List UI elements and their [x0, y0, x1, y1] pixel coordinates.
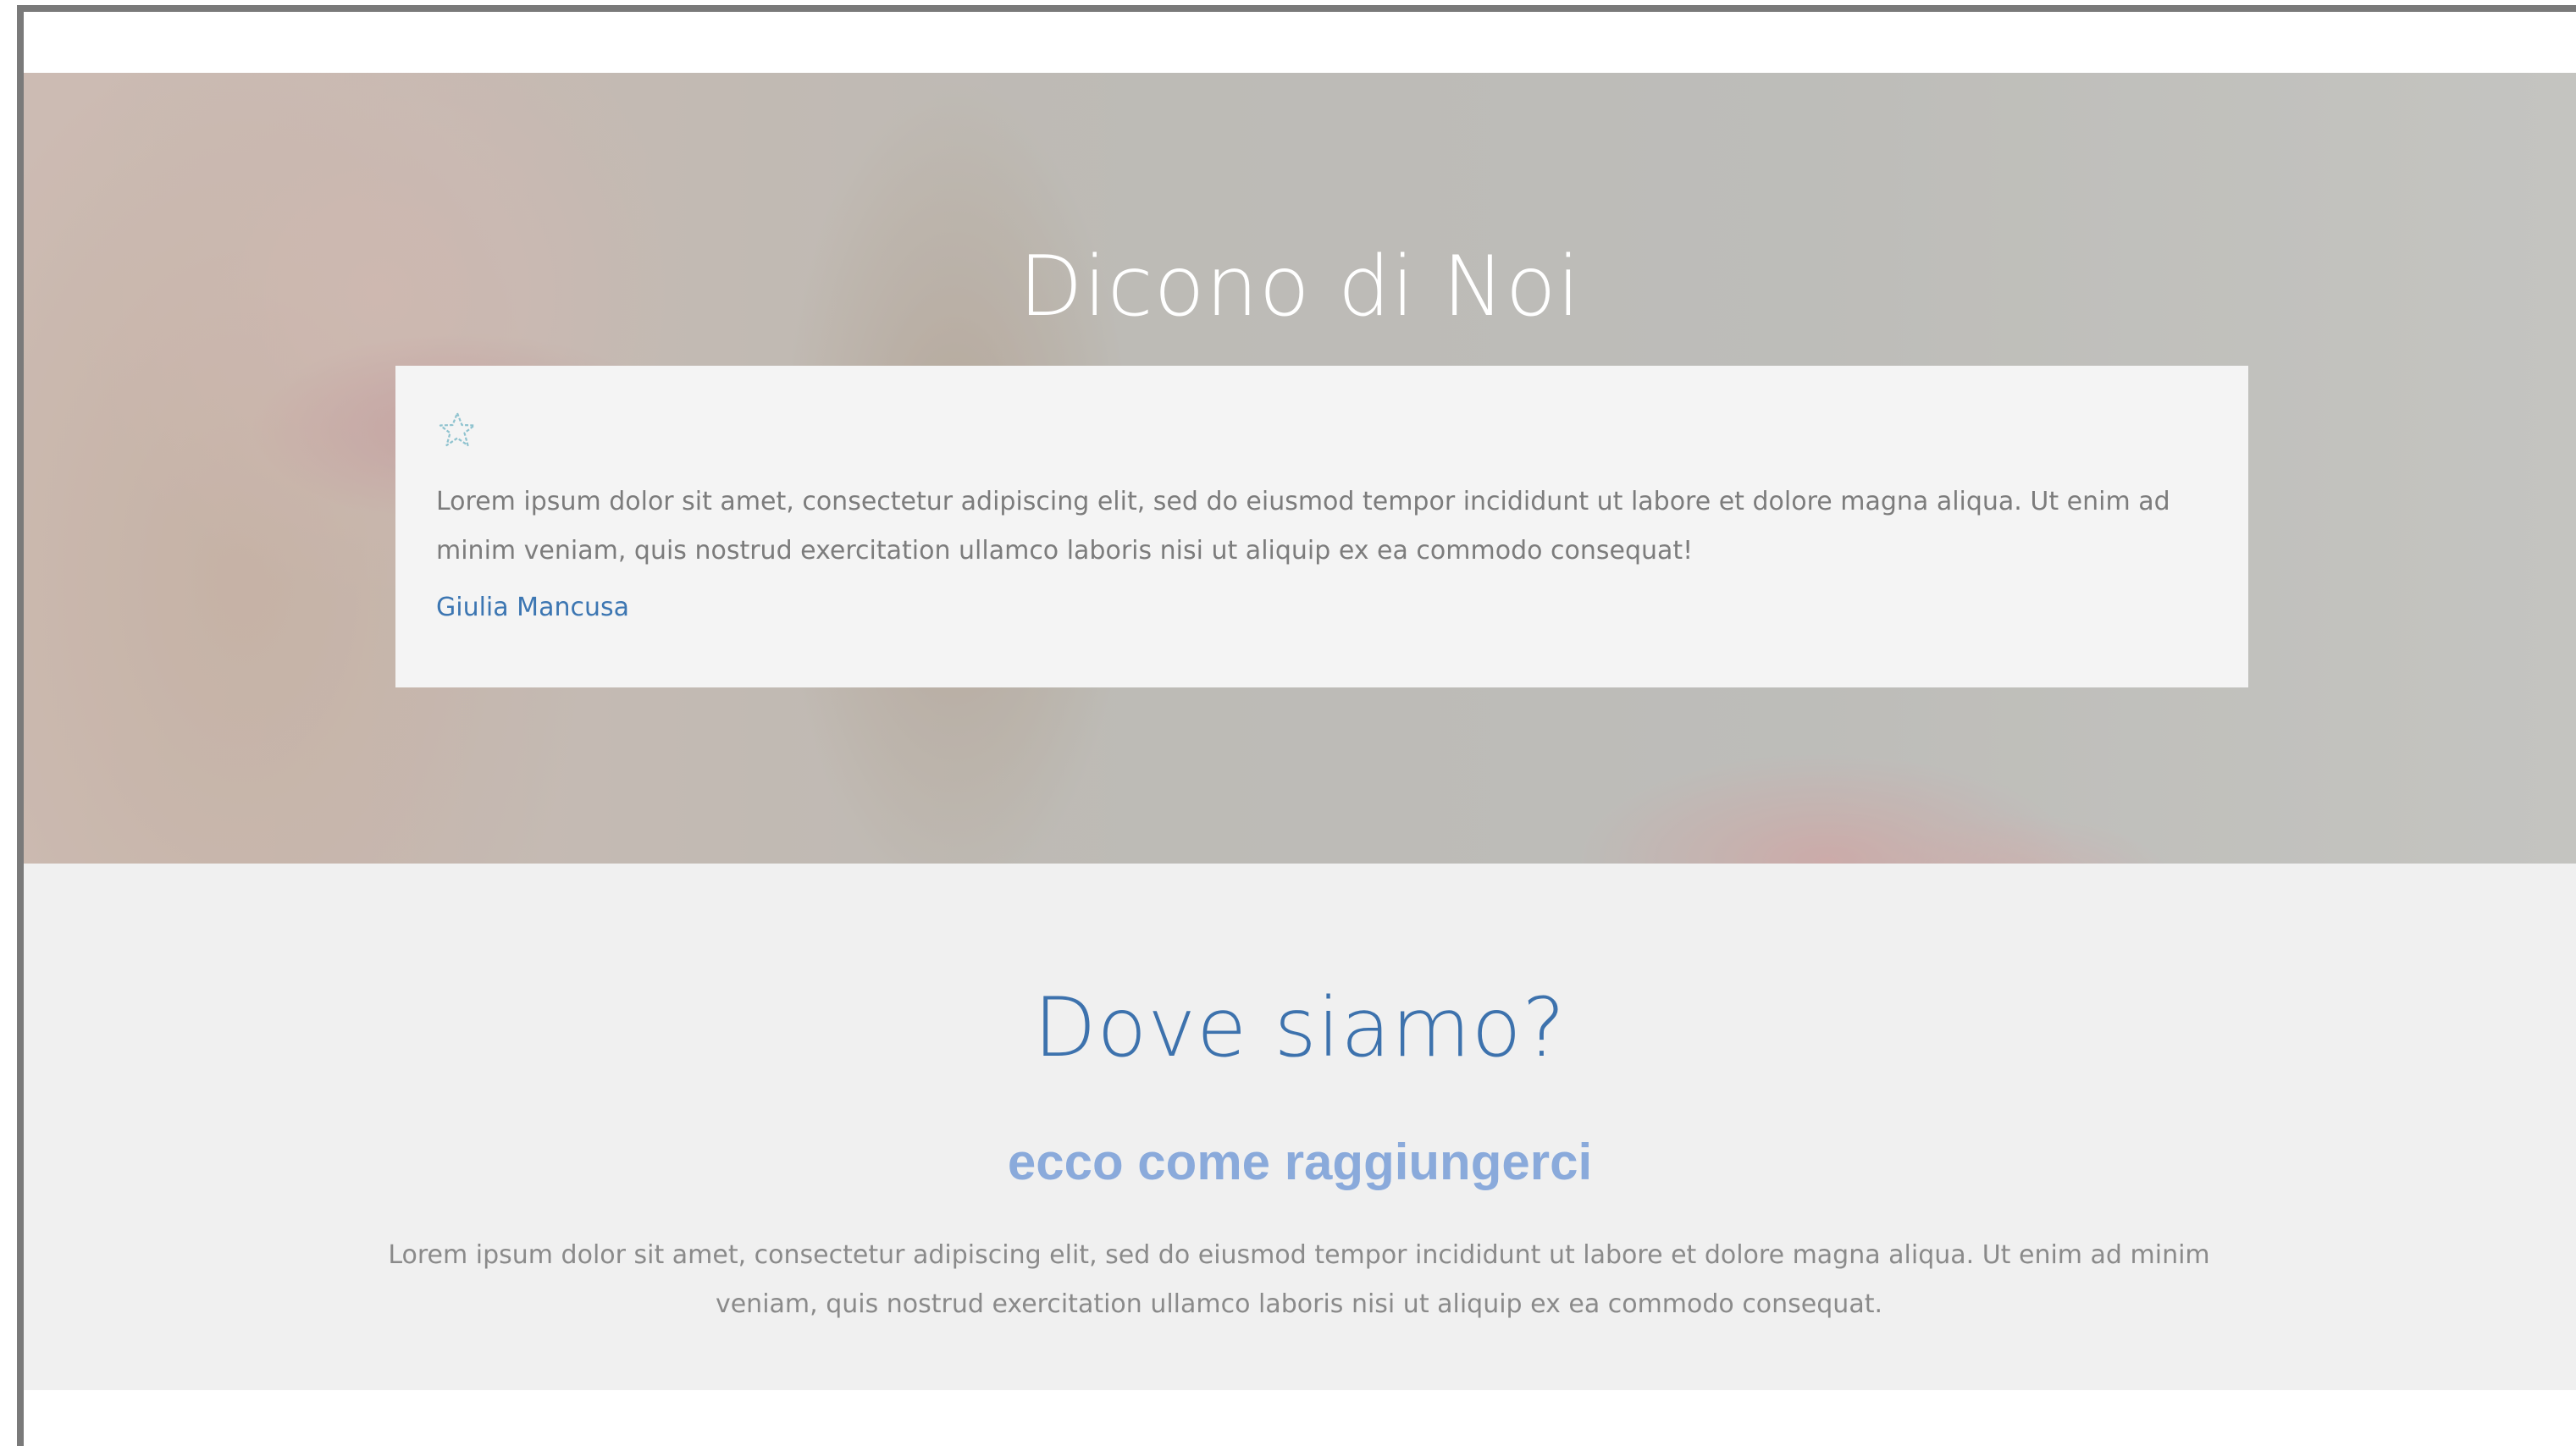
location-title: Dove siamo?	[1033, 980, 1567, 1075]
testimonial-quote: Lorem ipsum dolor sit amet, consectetur …	[436, 487, 2170, 566]
testimonials-title: Dicono di Noi	[1019, 239, 1581, 335]
testimonial-author-link[interactable]: Giulia Mancusa	[436, 593, 629, 622]
location-section: Dove siamo? ecco come raggiungerci Lorem…	[24, 864, 2576, 1390]
window-border-left	[17, 5, 24, 1446]
location-subtitle: ecco come raggiungerci	[1007, 1134, 1593, 1190]
star-icon	[439, 411, 476, 447]
page: Dicono di Noi Lorem ipsum dolor sit amet…	[0, 0, 2576, 1446]
location-description: Lorem ipsum dolor sit amet, consectetur …	[388, 1240, 2210, 1319]
testimonial-card: Lorem ipsum dolor sit amet, consectetur …	[395, 366, 2248, 687]
window-border-top	[17, 5, 2576, 12]
testimonials-section: Dicono di Noi Lorem ipsum dolor sit amet…	[24, 73, 2576, 864]
page-bottom-area	[24, 1390, 2576, 1446]
